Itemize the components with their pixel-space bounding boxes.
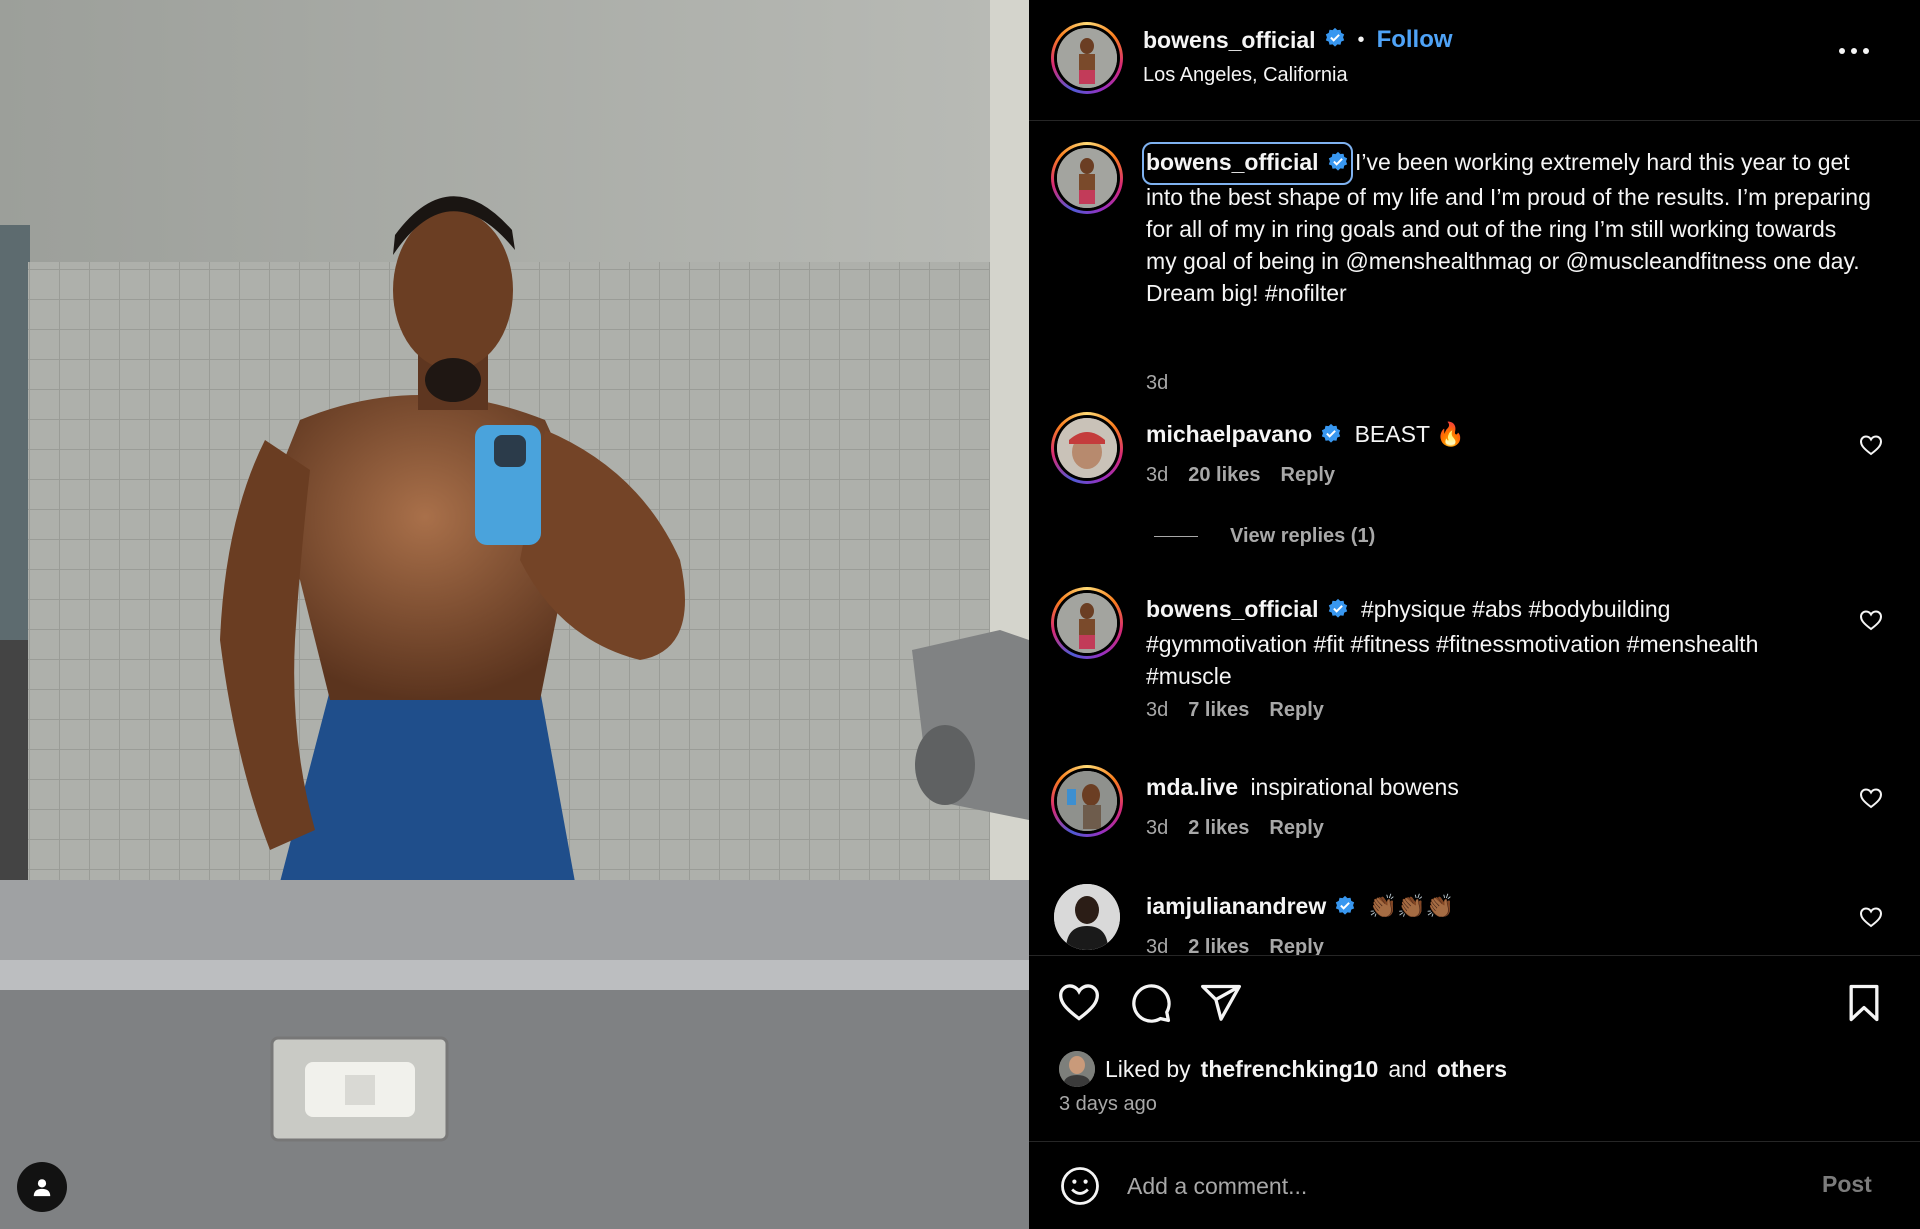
comment-avatar[interactable] <box>1051 587 1123 659</box>
post-header: bowens_official • Follow Los Angeles, Ca… <box>1029 0 1920 121</box>
comment-age: 3d <box>1146 464 1169 486</box>
add-comment-bar: Post <box>1029 1141 1920 1229</box>
comment-input[interactable] <box>1127 1164 1767 1208</box>
comment-username[interactable]: bowens_official <box>1146 596 1319 622</box>
comment-avatar[interactable] <box>1051 412 1123 484</box>
comment-heart-icon[interactable] <box>1859 787 1883 811</box>
heart-icon[interactable] <box>1057 981 1101 1025</box>
comment-username[interactable]: mda.live <box>1146 774 1238 800</box>
separator-dot: • <box>1357 28 1365 51</box>
comment-likes[interactable]: 20 likes <box>1188 464 1260 487</box>
reply-button[interactable]: Reply <box>1269 817 1323 840</box>
comment-age: 3d <box>1146 936 1169 955</box>
share-icon[interactable] <box>1199 981 1243 1025</box>
replies-divider <box>1154 536 1198 537</box>
comment-age: 3d <box>1146 817 1169 839</box>
comment-text: inspirational bowens <box>1250 774 1459 800</box>
post-actions: Liked by thefrenchking10 and others 3 da… <box>1029 955 1920 1141</box>
liked-others-link[interactable]: others <box>1437 1056 1507 1083</box>
reply-button[interactable]: Reply <box>1281 464 1335 487</box>
post-photo[interactable] <box>0 0 1029 1229</box>
comment-likes[interactable]: 2 likes <box>1188 817 1249 840</box>
mirror-selfie-image <box>0 0 1029 1229</box>
comment-heart-icon[interactable] <box>1859 609 1883 633</box>
comment-likes[interactable]: 7 likes <box>1188 699 1249 722</box>
comment-avatar[interactable] <box>1054 884 1120 950</box>
verified-badge-icon <box>1320 421 1342 453</box>
caption-avatar[interactable] <box>1051 142 1123 214</box>
view-replies-label: View replies (1) <box>1230 525 1376 547</box>
author-avatar[interactable] <box>1051 22 1123 94</box>
comment-age: 3d <box>1146 699 1169 721</box>
liked-prefix: Liked by <box>1105 1055 1191 1082</box>
user-tag-icon <box>33 1179 51 1197</box>
comment-avatar[interactable] <box>1051 765 1123 837</box>
follow-button[interactable]: Follow <box>1377 26 1453 54</box>
comment-username[interactable]: iamjulianandrew <box>1146 893 1326 919</box>
comment-icon[interactable] <box>1129 981 1173 1025</box>
caption-age: 3d <box>1146 372 1169 394</box>
reply-button[interactable]: Reply <box>1269 699 1323 722</box>
verified-badge-icon <box>1327 596 1349 628</box>
comment-likes[interactable]: 2 likes <box>1188 936 1249 955</box>
comment-text: 👏🏾👏🏾👏🏾 <box>1368 893 1455 919</box>
verified-badge-icon <box>1327 149 1349 181</box>
liked-user-link[interactable]: thefrenchking10 <box>1201 1056 1379 1083</box>
verified-badge-icon <box>1324 27 1346 54</box>
reply-button[interactable]: Reply <box>1269 936 1323 955</box>
comment-username[interactable]: michaelpavano <box>1146 421 1312 447</box>
bookmark-icon[interactable] <box>1842 981 1886 1025</box>
verified-badge-icon <box>1334 893 1356 925</box>
user-tag-button[interactable] <box>17 1162 67 1212</box>
view-replies-button[interactable]: View replies (1) <box>1154 525 1375 548</box>
comment-heart-icon[interactable] <box>1859 434 1883 458</box>
post-comment-button[interactable]: Post <box>1822 1171 1872 1198</box>
caption-username[interactable]: bowens_official <box>1142 142 1353 185</box>
comments-list[interactable]: bowens_official I’ve been working extrem… <box>1029 122 1920 955</box>
emoji-icon[interactable] <box>1059 1165 1101 1207</box>
comment-text: BEAST 🔥 <box>1354 421 1465 447</box>
post-details-panel: bowens_official • Follow Los Angeles, Ca… <box>1029 0 1920 1229</box>
more-icon[interactable] <box>1839 48 1869 54</box>
comment-heart-icon[interactable] <box>1859 906 1883 930</box>
liked-and: and <box>1388 1055 1427 1082</box>
post-timestamp[interactable]: 3 days ago <box>1059 1093 1157 1116</box>
post-location[interactable]: Los Angeles, California <box>1143 64 1348 87</box>
liked-by: Liked by thefrenchking10 and others <box>1059 1051 1507 1087</box>
liker-avatar[interactable] <box>1059 1051 1095 1087</box>
author-username[interactable]: bowens_official <box>1143 27 1316 54</box>
